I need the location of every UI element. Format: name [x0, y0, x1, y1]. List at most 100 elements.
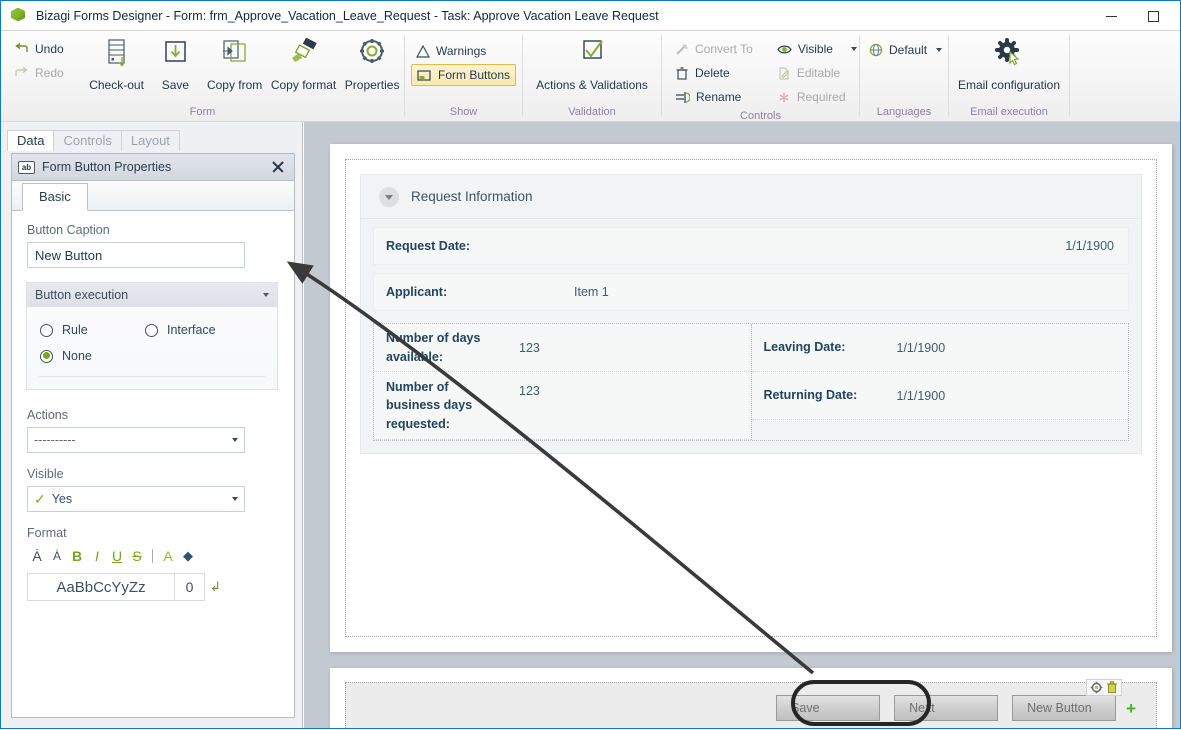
field-label: Number of business days requested:	[386, 380, 473, 431]
radio-none-label: None	[62, 349, 92, 363]
field-label: Leaving Date:	[763, 340, 846, 355]
ribbon-group-email-execution: Email configuration Email execution	[949, 31, 1069, 122]
language-dropdown-arrow-icon[interactable]	[936, 48, 943, 52]
field-returning-date[interactable]: Returning Date: 1/1/1900	[751, 372, 1128, 420]
chevron-down-icon[interactable]	[379, 186, 399, 207]
chevron-down-icon[interactable]	[263, 293, 269, 297]
underline-icon[interactable]: U	[107, 545, 127, 567]
actions-validations-button[interactable]: Actions & Validations	[529, 36, 655, 92]
form-buttons-toggle[interactable]: Form Buttons	[411, 64, 517, 86]
copy-from-icon	[218, 36, 252, 76]
form-sheet: Request Information Request Date: 1/1/19…	[330, 144, 1172, 652]
form-buttons-icon	[417, 69, 431, 81]
form-buttons-label: Form Buttons	[438, 68, 511, 82]
button-execution-header[interactable]: Button execution	[27, 283, 277, 307]
check-out-label: Check-out	[89, 78, 144, 92]
copy-format-button[interactable]: Copy format	[267, 36, 340, 92]
button-caption-label: Button Caption	[27, 223, 110, 237]
radio-none-icon[interactable]	[40, 349, 53, 363]
close-icon[interactable]	[268, 157, 288, 177]
ribbon-separator	[1069, 35, 1070, 116]
radio-option-rule[interactable]: Rule	[40, 323, 145, 337]
visible-dropdown-arrow-icon[interactable]	[850, 47, 857, 51]
field-number-of-days-available[interactable]: Number of days available: 123	[374, 324, 751, 372]
format-size-value[interactable]: 0	[175, 573, 205, 601]
required-button[interactable]: Required	[772, 86, 862, 108]
radio-option-none[interactable]: None	[27, 343, 277, 369]
window-controls	[1090, 1, 1174, 31]
convert-to-button[interactable]: Convert To	[670, 38, 758, 60]
next-form-button[interactable]: Next	[894, 695, 999, 721]
tab-controls[interactable]: Controls	[53, 130, 122, 151]
visible-dropdown-arrow-icon[interactable]	[232, 497, 238, 501]
section-title: Request Information	[411, 189, 533, 204]
actions-dropdown-arrow-icon[interactable]	[232, 438, 238, 442]
visible-select[interactable]: ✓ Yes	[27, 486, 245, 512]
undo-small-icon[interactable]: ↲	[210, 579, 221, 595]
title-bar: Bizagi Forms Designer - Form: frm_Approv…	[1, 1, 1180, 31]
delete-button-icon[interactable]	[1106, 681, 1118, 694]
button-mini-toolbar	[1086, 679, 1123, 696]
actions-label: Actions	[27, 408, 68, 422]
field-label: Request Date:	[386, 239, 471, 253]
new-form-button-wrapper: New Button	[1012, 679, 1123, 721]
button-caption-input[interactable]: New Button	[27, 242, 245, 268]
field-value: 1/1/1900	[896, 388, 946, 403]
properties-body: Button Caption New Button Button executi…	[12, 211, 294, 601]
field-applicant[interactable]: Applicant: Item 1	[373, 273, 1129, 311]
properties-card-header: ab Form Button Properties	[12, 154, 294, 181]
checkmark-box-icon	[577, 36, 607, 76]
delete-button[interactable]: Delete	[670, 62, 758, 84]
shrink-font-icon[interactable]: Ȧ	[47, 545, 67, 567]
field-grid-filler	[751, 420, 1128, 440]
field-grid-right-column: Leaving Date: 1/1/1900 Returning Date: 1…	[751, 324, 1128, 440]
radio-rule-icon[interactable]	[40, 323, 53, 337]
form-canvas: Request Information Request Date: 1/1/19…	[304, 122, 1180, 728]
undo-button[interactable]: Undo	[9, 38, 69, 60]
font-color-icon[interactable]: A	[158, 545, 178, 567]
editable-pencil-icon	[779, 66, 790, 80]
window-title: Bizagi Forms Designer - Form: frm_Approv…	[36, 8, 659, 23]
copy-from-button[interactable]: Copy from	[202, 36, 266, 92]
save-button[interactable]: Save	[148, 36, 202, 92]
undo-arrow-icon	[15, 42, 28, 52]
button-execution-options: Rule Interface None	[27, 307, 277, 389]
ribbon-group-show: Warnings Form Buttons Show	[405, 31, 522, 122]
field-leaving-date[interactable]: Leaving Date: 1/1/1900	[751, 324, 1128, 372]
tab-basic[interactable]: Basic	[22, 183, 88, 211]
add-form-button[interactable]: +	[1126, 700, 1136, 717]
visible-button[interactable]: Visible	[772, 38, 862, 60]
check-out-button[interactable]: Check-out	[85, 36, 149, 92]
actions-select[interactable]: ----------	[27, 427, 245, 453]
properties-inner-tabstrip: Basic	[12, 181, 294, 211]
radio-option-interface[interactable]: Interface	[145, 323, 216, 337]
redo-button[interactable]: Redo	[9, 62, 69, 84]
maximize-button[interactable]	[1132, 2, 1174, 30]
warnings-button[interactable]: Warnings	[411, 40, 516, 62]
tab-layout[interactable]: Layout	[120, 130, 180, 151]
strikethrough-icon[interactable]: S	[127, 545, 147, 567]
field-request-date[interactable]: Request Date: 1/1/1900	[373, 227, 1129, 265]
grow-font-icon[interactable]: Ȧ	[27, 545, 47, 567]
save-form-button[interactable]: Save	[776, 695, 881, 721]
field-number-of-business-days-requested[interactable]: Number of business days requested: 123	[374, 372, 751, 440]
italic-icon[interactable]: I	[87, 545, 107, 567]
rename-button[interactable]: Rename	[670, 86, 758, 108]
field-value: 123	[519, 340, 540, 355]
radio-interface-icon[interactable]	[145, 323, 158, 337]
default-language-button[interactable]: Default	[864, 39, 947, 61]
bold-icon[interactable]: B	[67, 545, 87, 567]
section-header[interactable]: Request Information	[361, 175, 1141, 219]
new-form-button[interactable]: New Button	[1012, 695, 1117, 721]
visible-label: Visible	[27, 467, 64, 481]
fill-color-icon[interactable]: ◆	[178, 545, 198, 567]
email-configuration-button[interactable]: Email configuration	[951, 36, 1067, 92]
ribbon-group-label-form: Form	[189, 106, 216, 118]
copy-from-label: Copy from	[206, 78, 263, 92]
editable-button[interactable]: Editable	[772, 62, 862, 84]
properties-button[interactable]: Properties	[340, 36, 404, 92]
tab-data[interactable]: Data	[7, 130, 55, 151]
minimize-button[interactable]	[1090, 2, 1132, 30]
form-button-properties-card: ab Form Button Properties Basic Button C…	[11, 153, 295, 718]
configure-button-icon[interactable]	[1090, 681, 1103, 694]
